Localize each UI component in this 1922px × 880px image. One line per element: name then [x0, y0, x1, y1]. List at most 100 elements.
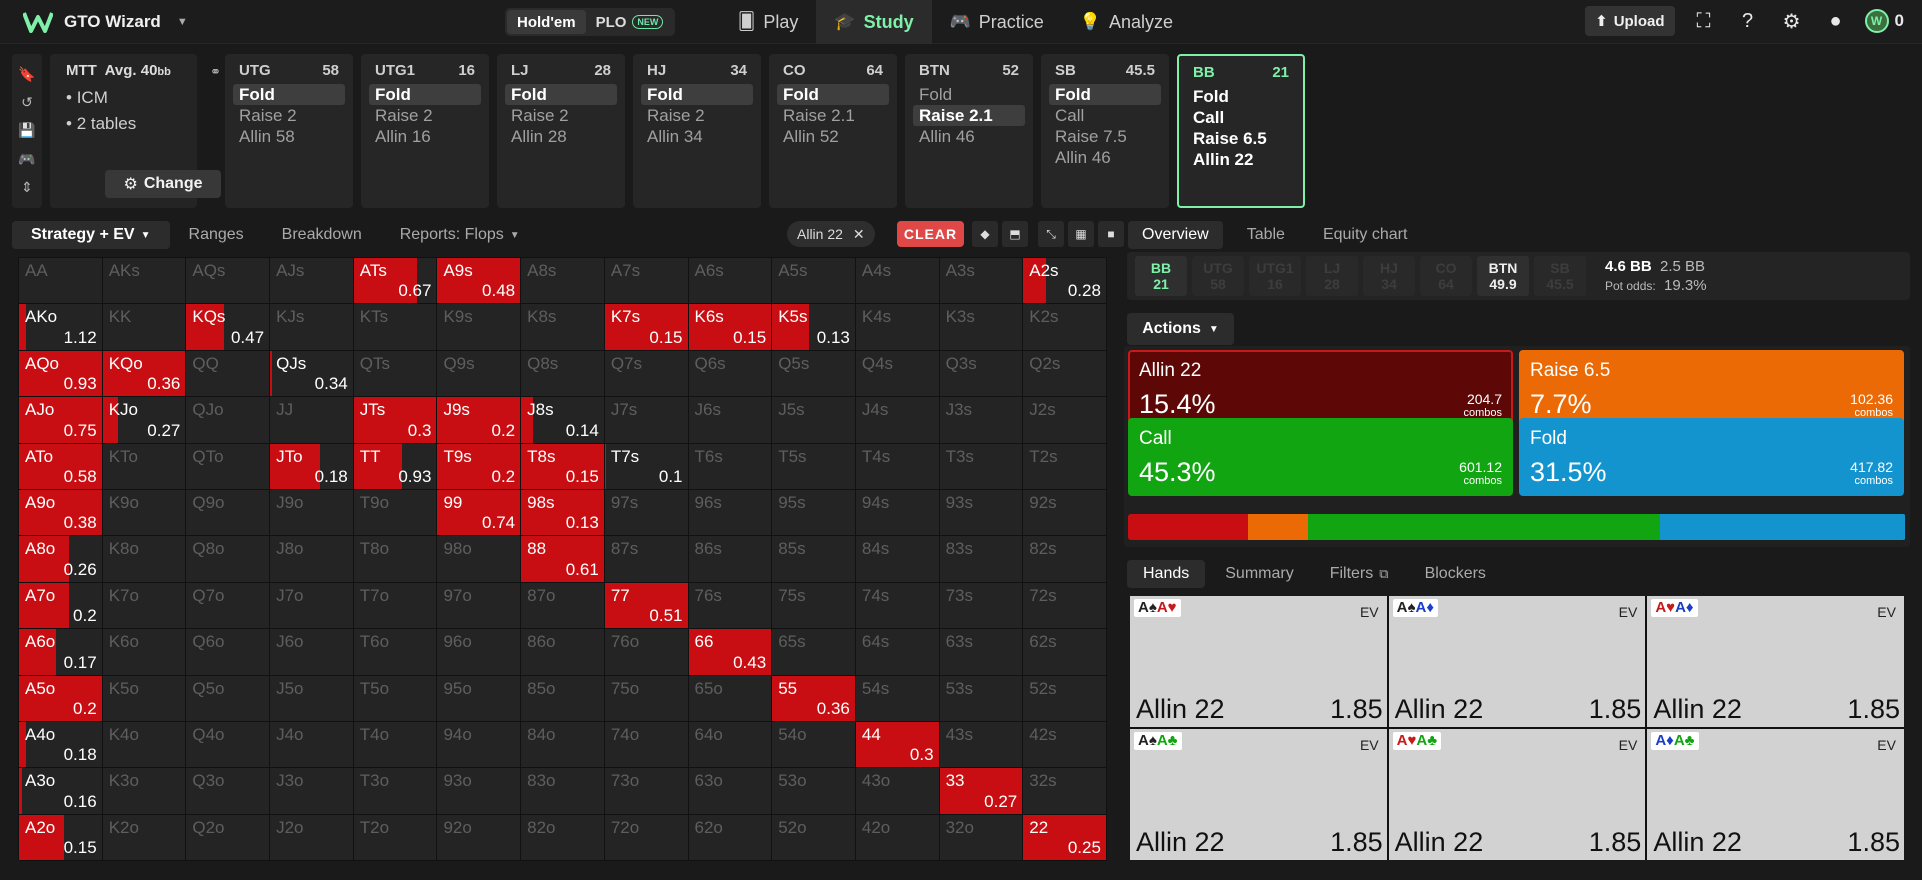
position-action[interactable]: Allin 16 [369, 126, 481, 147]
position-chip[interactable]: LJ 28 [1306, 256, 1358, 296]
hand-cell[interactable]: 22 0.25 [1023, 814, 1107, 862]
bookmark-icon[interactable]: 🔖 [18, 66, 35, 83]
action-box-raise-6-5[interactable]: Raise 6.5 7.7% 102.36 combos [1519, 350, 1904, 428]
hand-cell[interactable]: 73o [604, 768, 689, 815]
hand-cell[interactable]: Q6o [186, 629, 271, 676]
position-card-btn[interactable]: BTN 52 Fold Raise 2.1 Allin 46 [905, 54, 1033, 208]
hand-card[interactable]: A♥A♣ EV Allin 22 1.85 [1388, 729, 1646, 860]
hand-cell[interactable]: T8s 0.15 [521, 443, 605, 490]
history-icon[interactable]: ↺ [21, 94, 33, 111]
position-action[interactable]: Raise 2 [505, 105, 617, 126]
position-action[interactable]: Raise 6.5 [1187, 128, 1295, 149]
chevron-down-icon[interactable]: ▼ [177, 16, 188, 28]
hand-cell[interactable]: Q5s [772, 350, 856, 398]
hand-cell[interactable]: 52o [772, 814, 856, 862]
hand-cell[interactable]: A5o 0.2 [19, 675, 103, 722]
position-action[interactable]: Raise 2 [641, 105, 753, 126]
account-icon[interactable]: ● [1821, 6, 1851, 36]
position-card-co[interactable]: CO 64 Fold Raise 2.1 Allin 52 [769, 54, 897, 208]
hand-cell[interactable]: K8s [521, 304, 605, 351]
hand-cell[interactable]: 85s [772, 536, 856, 583]
hand-cell[interactable]: 74o [604, 721, 689, 769]
hand-cell[interactable]: T8o [353, 536, 438, 583]
hand-cell[interactable]: Q4o [186, 721, 271, 769]
hand-cell[interactable]: A9s 0.48 [437, 258, 522, 305]
action-box-fold[interactable]: Fold 31.5% 417.82 combos [1519, 418, 1904, 496]
action-box-call[interactable]: Call 45.3% 601.12 combos [1128, 418, 1513, 496]
position-action[interactable]: Allin 52 [777, 126, 889, 147]
hand-cell[interactable]: 97o [437, 582, 522, 630]
position-action[interactable]: Allin 22 [1187, 149, 1295, 170]
hand-cell[interactable]: 87o [521, 582, 605, 630]
position-action[interactable]: Fold [641, 84, 753, 105]
hand-card[interactable]: A♠A♥ EV Allin 22 1.85 [1130, 596, 1387, 727]
hand-cell[interactable]: T6s [688, 443, 773, 490]
position-action[interactable]: Fold [505, 84, 617, 105]
hand-cell[interactable]: K5o [102, 675, 187, 722]
hand-cell[interactable]: 62o [688, 814, 773, 862]
position-chip[interactable]: UTG1 16 [1249, 256, 1301, 296]
hand-cell[interactable]: K9s [437, 304, 522, 351]
hand-cell[interactable]: Q3o [186, 768, 271, 815]
hand-cell[interactable]: 86o [521, 629, 605, 676]
position-action[interactable]: Allin 58 [233, 126, 345, 147]
nav-practice[interactable]: 🎮 Practice [932, 0, 1062, 44]
tab-strategy-ev[interactable]: Strategy + EV ▼ [12, 221, 170, 249]
position-chip[interactable]: SB 45.5 [1534, 256, 1586, 296]
hand-cell[interactable]: J2o [270, 814, 354, 862]
hand-cell[interactable]: QQ [186, 350, 271, 398]
hand-cell[interactable]: 98s 0.13 [521, 489, 605, 537]
hand-cell[interactable]: T3o [353, 768, 438, 815]
hand-cell[interactable]: K4o [102, 721, 187, 769]
hand-cell[interactable]: 76o [604, 629, 689, 676]
hand-cell[interactable]: AJs [270, 258, 354, 305]
hand-cell[interactable]: K2s [1023, 304, 1107, 351]
hand-cell[interactable]: 64s [855, 629, 940, 676]
hand-cell[interactable]: 88 0.61 [521, 536, 605, 583]
hand-cell[interactable]: Q7s [604, 350, 689, 398]
hand-cell[interactable]: K3o [102, 768, 187, 815]
tab-ranges[interactable]: Ranges [170, 221, 263, 249]
position-action[interactable]: Raise 2 [233, 105, 345, 126]
hand-cell[interactable]: AQs [186, 258, 271, 305]
hand-cell[interactable]: A5s [772, 258, 856, 305]
hand-cell[interactable]: 53s [939, 675, 1024, 722]
clear-button[interactable]: CLEAR [897, 221, 964, 247]
position-action[interactable]: Allin 28 [505, 126, 617, 147]
hand-cell[interactable]: A6o 0.17 [19, 629, 103, 676]
position-card-utg[interactable]: UTG 58 Fold Raise 2 Allin 58 [225, 54, 353, 208]
hand-cell[interactable]: 43s [939, 721, 1024, 769]
hand-cell[interactable]: Q9s [437, 350, 522, 398]
hand-cell[interactable]: KTs [353, 304, 438, 351]
hand-cell[interactable]: AKo 1.12 [19, 304, 103, 351]
hand-cell[interactable]: 72s [1023, 582, 1107, 630]
coins-balance[interactable]: W0 [1864, 9, 1904, 33]
position-card-bb[interactable]: BB 21 Fold Call Raise 6.5 Allin 22 [1177, 54, 1305, 208]
hand-cell[interactable]: 32o [939, 814, 1024, 862]
position-card-lj[interactable]: LJ 28 Fold Raise 2 Allin 28 [497, 54, 625, 208]
hand-cell[interactable]: T9s 0.2 [437, 443, 522, 490]
tab-equity-chart[interactable]: Equity chart [1309, 221, 1421, 249]
hand-cell[interactable]: AJo 0.75 [19, 397, 103, 444]
hand-cell[interactable]: K8o [102, 536, 187, 583]
hand-cell[interactable]: 65o [688, 675, 773, 722]
position-chip[interactable]: BB 21 [1135, 256, 1187, 296]
hand-cell[interactable]: Q9o [186, 489, 271, 537]
hand-cell[interactable]: AQo 0.93 [19, 350, 103, 398]
hand-cell[interactable]: Q8o [186, 536, 271, 583]
position-action[interactable]: Raise 2.1 [913, 105, 1025, 126]
position-action[interactable]: Raise 2.1 [777, 105, 889, 126]
position-action[interactable]: Call [1187, 107, 1295, 128]
hand-cell[interactable]: 72o [604, 814, 689, 862]
hand-cell[interactable]: 82s [1023, 536, 1107, 583]
hand-cell[interactable]: T2o [353, 814, 438, 862]
hand-cell[interactable]: QJo [186, 397, 271, 444]
hand-cell[interactable]: T5o [353, 675, 438, 722]
hand-cell[interactable]: Q2s [1023, 350, 1107, 398]
save-icon[interactable]: 💾 [18, 122, 35, 139]
hand-cell[interactable]: 75o [604, 675, 689, 722]
hand-cell[interactable]: A4s [855, 258, 940, 305]
upload-button[interactable]: ⬆ Upload [1585, 6, 1675, 36]
gear-icon[interactable]: ⚙ [1777, 6, 1807, 36]
hand-cell[interactable]: J3o [270, 768, 354, 815]
